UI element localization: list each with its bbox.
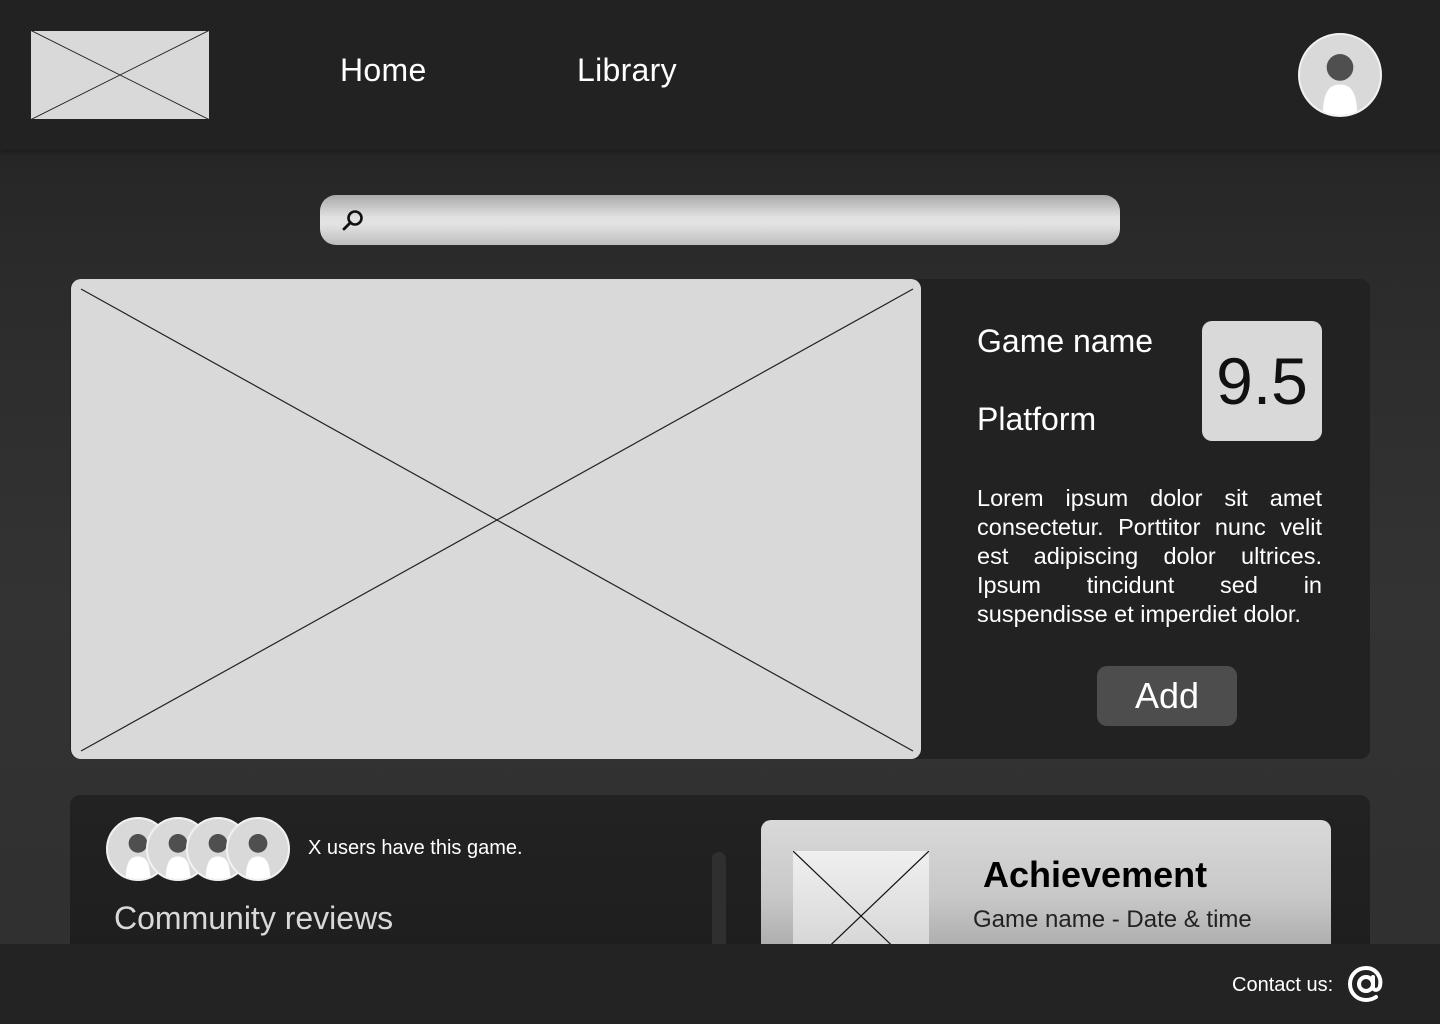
search-bar[interactable]	[320, 195, 1120, 245]
community-section: X users have this game. Community review…	[70, 795, 1370, 965]
add-button[interactable]: Add	[1097, 666, 1237, 726]
profile-avatar[interactable]	[1298, 33, 1382, 117]
logo-placeholder[interactable]	[30, 30, 210, 120]
user-avatar[interactable]	[226, 817, 290, 881]
community-reviews-title: Community reviews	[114, 900, 394, 936]
search-input[interactable]	[376, 203, 1096, 237]
achievement-card[interactable]: Achievement Game name - Date & time	[761, 820, 1331, 960]
game-name: Game name	[977, 323, 1154, 359]
user-avatar-icon	[1322, 54, 1358, 115]
game-platform: Platform	[977, 401, 1097, 437]
achievement-title: Achievement	[983, 854, 1208, 895]
achievement-subtitle: Game name - Date & time	[973, 906, 1252, 933]
contact-label: Contact us:	[1232, 974, 1334, 996]
game-description: Lorem ipsum dolor sit amet consectetur. …	[977, 485, 1322, 627]
at-sign-icon[interactable]	[1346, 964, 1386, 1004]
score-value: 9.5	[1216, 344, 1308, 418]
game-cover-placeholder	[71, 279, 921, 759]
game-hero-panel: Game name Platform 9.5 Lorem ipsum dolor…	[70, 279, 1370, 759]
top-bar: Home Library	[0, 0, 1440, 150]
search-icon[interactable]	[340, 208, 366, 234]
user-avatars-group	[106, 817, 296, 881]
footer: Contact us:	[0, 944, 1440, 1024]
user-avatar-icon	[245, 834, 271, 879]
users-count-text: X users have this game.	[308, 837, 523, 859]
nav-home[interactable]: Home	[340, 52, 427, 89]
image-placeholder-icon	[80, 288, 914, 752]
image-placeholder-icon	[30, 30, 210, 120]
nav-library[interactable]: Library	[577, 52, 677, 89]
score-badge: 9.5	[1202, 321, 1322, 441]
